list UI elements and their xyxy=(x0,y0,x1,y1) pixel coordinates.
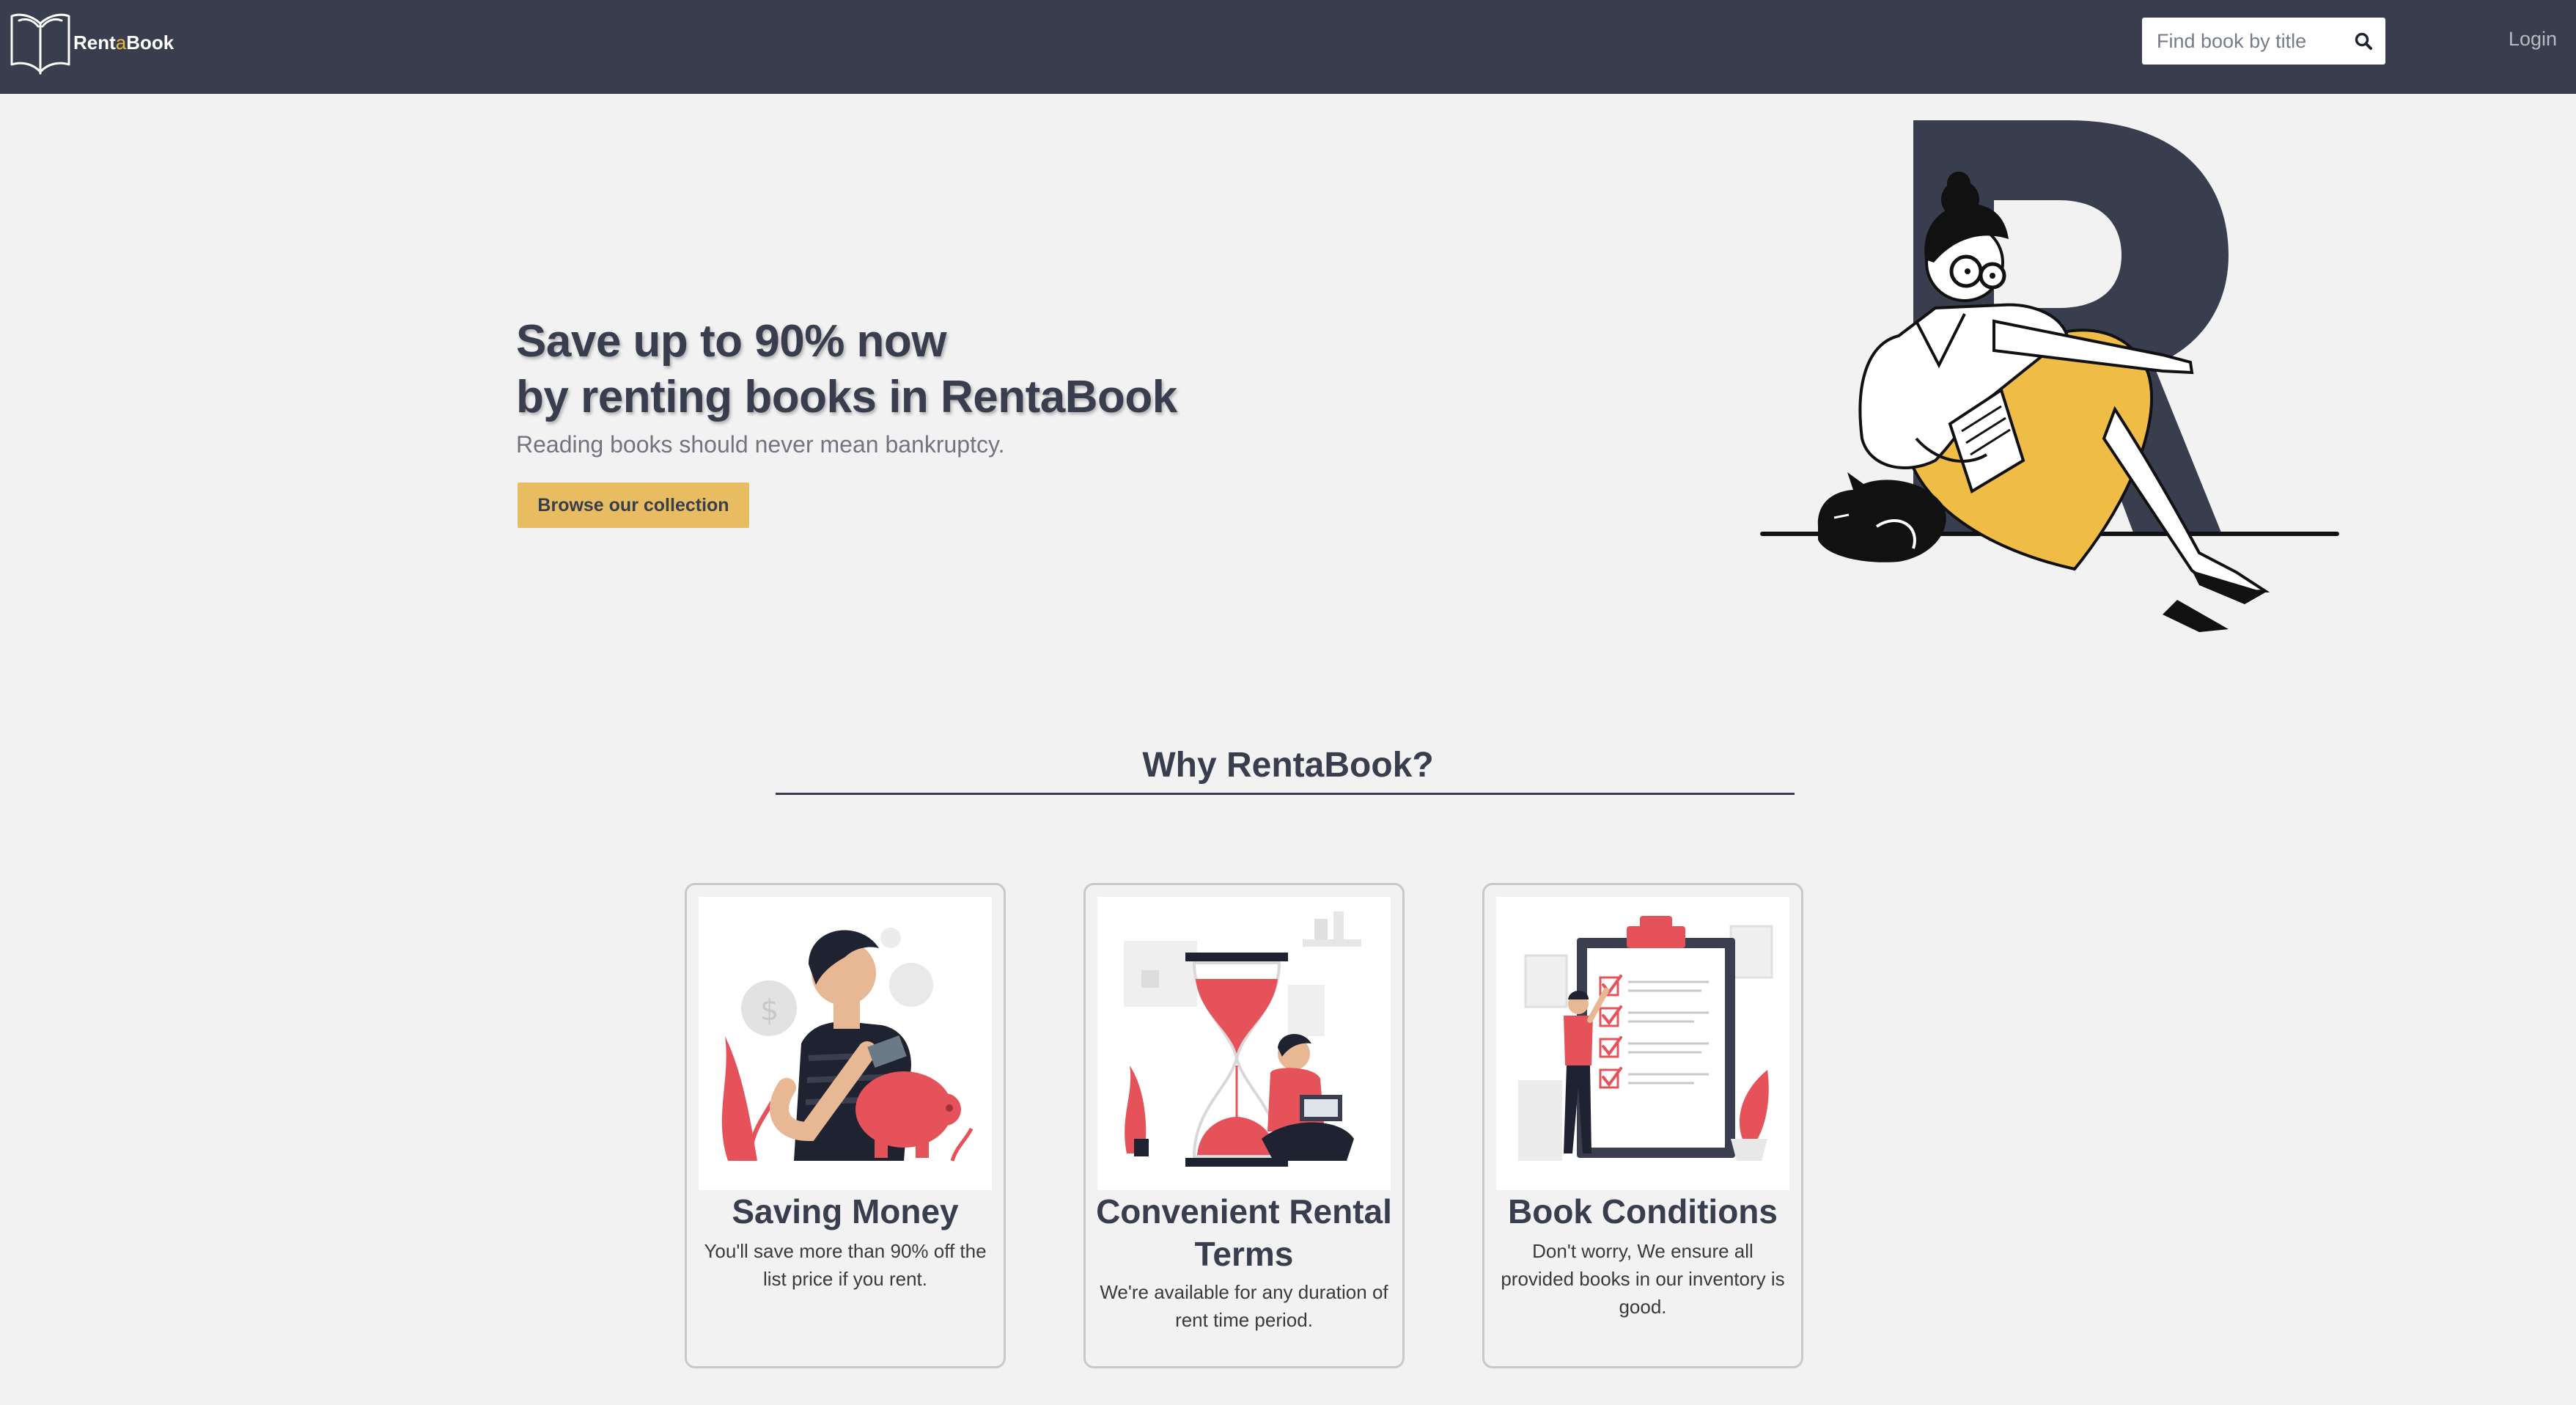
search-input[interactable] xyxy=(2142,18,2338,65)
brand-name-part-book: Book xyxy=(126,31,174,54)
feature-card-saving-money: $ Saving Money You'll save more than 90%… xyxy=(685,883,1006,1368)
checklist-illustration xyxy=(1496,897,1789,1190)
section-divider xyxy=(776,793,1795,795)
browse-collection-button[interactable]: Browse our collection xyxy=(518,483,749,528)
search-box xyxy=(2142,18,2385,65)
feature-card-book-conditions: Book Conditions Don't worry, We ensure a… xyxy=(1482,883,1803,1368)
navbar: RentaBook Login xyxy=(0,0,2576,94)
brand-name-part-rent: Rent xyxy=(73,31,116,54)
hero-title-line1: Save up to 90% now xyxy=(516,316,947,367)
hourglass-illustration xyxy=(1097,897,1391,1190)
login-link[interactable]: Login xyxy=(2509,28,2557,51)
brand-name-part-a: a xyxy=(115,31,127,54)
card-title: Book Conditions xyxy=(1508,1192,1778,1230)
open-book-icon xyxy=(10,13,70,75)
card-description: Don't worry, We ensure all provided book… xyxy=(1501,1240,1785,1318)
hero-subtitle: Reading books should never mean bankrupt… xyxy=(516,431,1005,458)
feature-card-rental-terms: Convenient Rental Terms We're available … xyxy=(1083,883,1405,1368)
why-rentabook-heading: Why RentaBook? xyxy=(1142,746,1434,785)
card-title: Saving Money xyxy=(732,1192,959,1230)
brand-logo-link[interactable]: RentaBook xyxy=(9,7,174,75)
woman-reading-with-cat-illustration xyxy=(1760,120,2339,632)
brand-name: RentaBook xyxy=(73,32,174,54)
svg-text:$: $ xyxy=(760,994,779,1027)
search-icon xyxy=(2355,32,2372,50)
card-description: You'll save more than 90% off the list p… xyxy=(704,1240,987,1290)
hero-title-line2: by renting books in RentaBook xyxy=(516,372,1177,422)
hero-title: Save up to 90% now by renting books in R… xyxy=(516,314,1177,425)
search-button[interactable] xyxy=(2349,28,2378,54)
piggy-bank-illustration: $ xyxy=(699,897,992,1190)
card-title: Convenient Rental Terms xyxy=(1096,1192,1392,1273)
card-description: We're available for any duration of rent… xyxy=(1100,1281,1388,1331)
